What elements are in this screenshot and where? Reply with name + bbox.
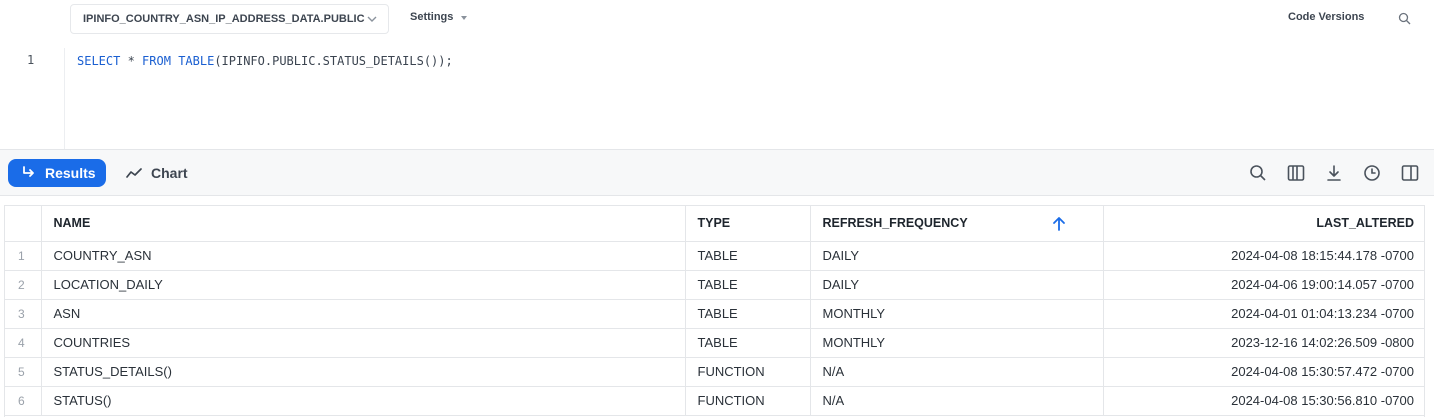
settings-menu[interactable]: Settings xyxy=(410,11,468,23)
row-number: 5 xyxy=(5,357,42,387)
download-icon[interactable] xyxy=(1325,164,1343,182)
search-icon[interactable] xyxy=(1249,164,1267,182)
cell-type[interactable]: TABLE xyxy=(685,299,811,329)
chevron-down-icon xyxy=(367,16,377,22)
table-row[interactable]: 4 COUNTRIES TABLE MONTHLY 2023-12-16 14:02:2… xyxy=(5,328,1424,358)
results-grid: NAME TYPE REFRESH_FREQUENCY LAST_ALTERED… xyxy=(4,205,1425,417)
cell-last-altered[interactable]: 2023-12-16 14:02:26.509 -0800 xyxy=(1103,328,1424,358)
row-number: 1 xyxy=(5,241,42,271)
gutter-divider xyxy=(64,48,65,150)
sql-keyword: FROM xyxy=(142,54,171,68)
cell-type[interactable]: TABLE xyxy=(685,328,811,358)
cell-refresh-frequency[interactable]: N/A xyxy=(810,357,1104,387)
results-tab[interactable]: Results xyxy=(8,159,106,187)
table-row[interactable]: 3 ASN TABLE MONTHLY 2024-04-01 01:04:13.234 … xyxy=(5,299,1424,329)
caret-down-icon xyxy=(461,15,468,20)
sql-keyword: SELECT xyxy=(77,54,121,68)
sql-keyword: TABLE xyxy=(178,54,215,68)
cell-last-altered[interactable]: 2024-04-08 18:15:44.178 -0700 xyxy=(1103,241,1424,271)
line-chart-icon xyxy=(126,168,142,178)
sql-token: (IPINFO.PUBLIC.STATUS_DETAILS()); xyxy=(214,54,453,68)
results-table: NAME TYPE REFRESH_FREQUENCY LAST_ALTERED… xyxy=(5,206,1424,416)
cell-refresh-frequency[interactable]: MONTHLY xyxy=(810,299,1104,329)
cell-name[interactable]: COUNTRIES xyxy=(41,328,686,358)
cell-type[interactable]: FUNCTION xyxy=(685,357,811,387)
sql-editor[interactable]: 1 SELECT * FROM TABLE(IPINFO.PUBLIC.STAT… xyxy=(0,40,1434,150)
cell-type[interactable]: FUNCTION xyxy=(685,386,811,416)
table-row[interactable]: 6 STATUS() FUNCTION N/A 2024-04-08 15:30:56.… xyxy=(5,386,1424,416)
context-label: IPINFO_COUNTRY_ASN_IP_ADDRESS_DATA.PUBLI… xyxy=(83,13,365,25)
context-selector[interactable]: IPINFO_COUNTRY_ASN_IP_ADDRESS_DATA.PUBLI… xyxy=(70,4,389,34)
line-number: 1 xyxy=(27,53,35,67)
table-row[interactable]: 1 COUNTRY_ASN TABLE DAILY 2024-04-08 18:15:4… xyxy=(5,241,1424,271)
column-header-type[interactable]: TYPE xyxy=(685,206,811,242)
cell-name[interactable]: COUNTRY_ASN xyxy=(41,241,686,271)
columns-icon[interactable] xyxy=(1287,164,1305,182)
cell-last-altered[interactable]: 2024-04-01 01:04:13.234 -0700 xyxy=(1103,299,1424,329)
column-header-name[interactable]: NAME xyxy=(41,206,686,242)
column-header-refresh-frequency[interactable]: REFRESH_FREQUENCY xyxy=(810,206,1104,242)
cell-name[interactable]: LOCATION_DAILY xyxy=(41,270,686,300)
header-row: NAME TYPE REFRESH_FREQUENCY LAST_ALTERED xyxy=(5,206,1424,242)
table-row[interactable]: 5 STATUS_DETAILS() FUNCTION N/A 2024-04-08 1… xyxy=(5,357,1424,387)
row-number: 6 xyxy=(5,386,42,416)
cell-name[interactable]: STATUS_DETAILS() xyxy=(41,357,686,387)
cell-name[interactable]: ASN xyxy=(41,299,686,329)
code-line[interactable]: SELECT * FROM TABLE(IPINFO.PUBLIC.STATUS… xyxy=(77,54,453,68)
cell-refresh-frequency[interactable]: MONTHLY xyxy=(810,328,1104,358)
results-toolbar: Results Chart xyxy=(0,149,1434,196)
search-icon[interactable] xyxy=(1398,12,1411,25)
history-icon[interactable] xyxy=(1363,164,1381,182)
cell-last-altered[interactable]: 2024-04-08 15:30:57.472 -0700 xyxy=(1103,357,1424,387)
row-number: 3 xyxy=(5,299,42,329)
sort-ascending-icon[interactable] xyxy=(1051,216,1067,232)
top-toolbar: IPINFO_COUNTRY_ASN_IP_ADDRESS_DATA.PUBLI… xyxy=(0,0,1434,38)
cell-type[interactable]: TABLE xyxy=(685,270,811,300)
cell-last-altered[interactable]: 2024-04-08 15:30:56.810 -0700 xyxy=(1103,386,1424,416)
cell-last-altered[interactable]: 2024-04-06 19:00:14.057 -0700 xyxy=(1103,270,1424,300)
results-label: Results xyxy=(45,165,96,181)
settings-label: Settings xyxy=(410,11,454,23)
chart-tab[interactable]: Chart xyxy=(126,159,188,187)
chart-label: Chart xyxy=(151,165,188,181)
cell-refresh-frequency[interactable]: N/A xyxy=(810,386,1104,416)
return-arrow-icon xyxy=(23,166,34,177)
table-row[interactable]: 2 LOCATION_DAILY TABLE DAILY 2024-04-06 19:0… xyxy=(5,270,1424,300)
column-header-last-altered[interactable]: LAST_ALTERED xyxy=(1103,206,1424,242)
code-versions-button[interactable]: Code Versions xyxy=(1288,11,1364,23)
row-number-header xyxy=(5,206,42,242)
sql-token: * xyxy=(120,54,143,68)
cell-name[interactable]: STATUS() xyxy=(41,386,686,416)
column-header-label: REFRESH_FREQUENCY xyxy=(822,216,968,231)
row-number: 4 xyxy=(5,328,42,358)
row-number: 2 xyxy=(5,270,42,300)
cell-type[interactable]: TABLE xyxy=(685,241,811,271)
cell-refresh-frequency[interactable]: DAILY xyxy=(810,241,1104,271)
side-panel-icon[interactable] xyxy=(1401,164,1419,182)
cell-refresh-frequency[interactable]: DAILY xyxy=(810,270,1104,300)
